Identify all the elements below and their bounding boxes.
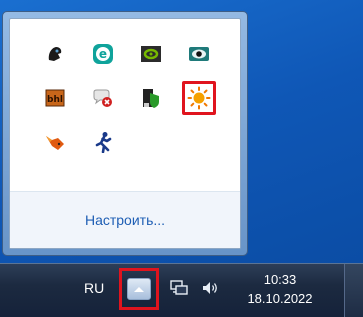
green-shield-icon[interactable] [138,85,164,111]
chevron-up-icon [127,278,151,300]
clock-date: 18.10.2022 [247,291,313,306]
chat-error-icon[interactable] [90,85,116,111]
show-hidden-icons-button[interactable] [119,268,159,310]
clock-time: 10:33 [263,272,297,287]
taskbar: RU 10:33 18.10.2022 [0,263,363,317]
taskbar-clock[interactable]: 10:33 18.10.2022 [238,270,322,308]
tray-overflow-panel: e bhl Настроить... [9,18,241,249]
nvidia-icon[interactable] [138,41,164,67]
app-dark-silhouette-icon[interactable] [42,41,68,67]
tray-overflow-popup: e bhl Настроить... [2,11,248,256]
tray-icon-grid: e bhl [42,41,222,173]
popup-footer: Настроить... [10,192,240,248]
running-man-icon[interactable] [90,129,116,155]
volume-icon[interactable] [201,279,219,302]
customize-link[interactable]: Настроить... [85,212,165,228]
network-icon[interactable] [170,279,188,302]
show-desktop-button[interactable] [344,264,363,317]
eye-icon[interactable] [186,41,212,67]
svg-text:e: e [99,47,107,61]
eset-icon[interactable]: e [90,41,116,67]
svg-text:bhl: bhl [47,95,63,105]
bhl-icon[interactable]: bhl [42,85,68,111]
language-indicator[interactable]: RU [84,280,104,296]
sun-icon[interactable] [182,81,216,115]
fox-icon[interactable] [42,129,68,155]
